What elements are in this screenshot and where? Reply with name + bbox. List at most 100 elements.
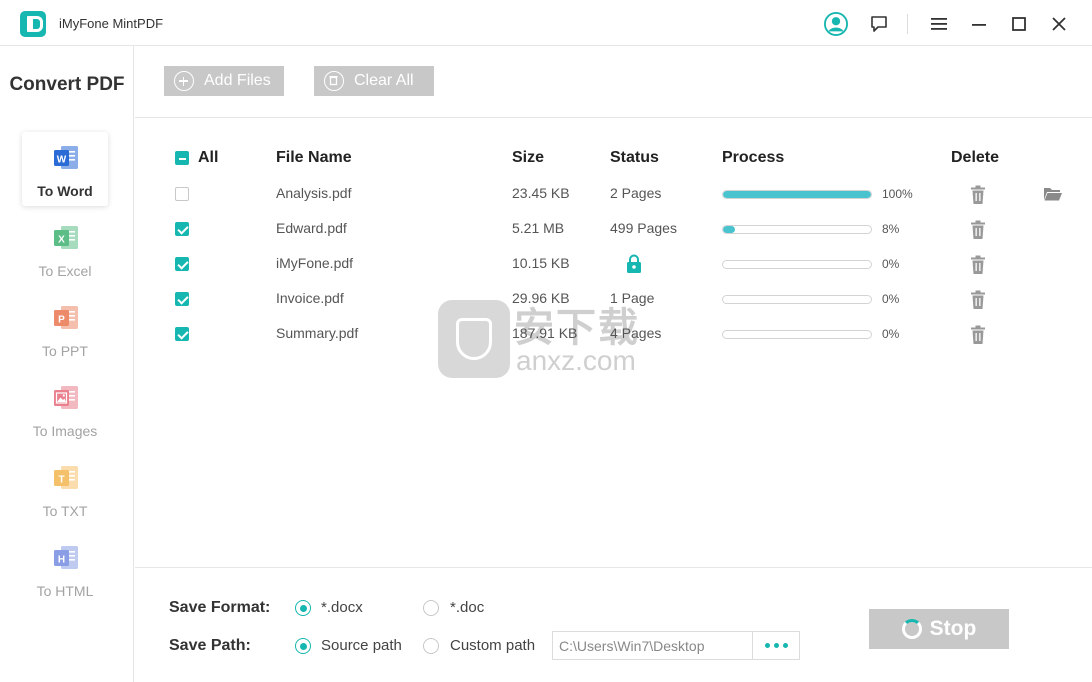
progress-percent: 8% [882, 222, 900, 236]
progress-bar [722, 330, 872, 339]
sidebar-item-label: To Word [37, 183, 93, 199]
sidebar-item-to-images[interactable]: To Images [22, 372, 108, 446]
sidebar-item-to-excel[interactable]: X To Excel [22, 212, 108, 286]
sidebar: Convert PDF W To Word X To Excel P To PP… [0, 46, 134, 682]
svg-text:H: H [58, 555, 65, 566]
progress-bar [722, 260, 872, 269]
sidebar-item-label: To Images [32, 423, 98, 439]
sidebar-item-to-txt[interactable]: T To TXT [22, 452, 108, 526]
toolbar: Add Files Clear All [135, 46, 1092, 118]
file-table-header: All File Name Size Status Process Delete [135, 140, 1092, 176]
format-doc-radio[interactable] [423, 600, 439, 616]
delete-trash-icon[interactable] [969, 290, 987, 310]
browse-path-button[interactable] [752, 631, 800, 660]
sidebar-item-label: To HTML [36, 583, 94, 599]
file-name-cell: Edward.pdf [276, 220, 347, 236]
progress-bar-fill [723, 226, 735, 233]
delete-trash-icon[interactable] [969, 185, 987, 205]
status-cell: 499 Pages [610, 220, 677, 236]
source-path-label[interactable]: Source path [321, 637, 402, 654]
title-bar: iMyFone MintPDF [0, 0, 1092, 46]
minimize-icon[interactable] [967, 12, 991, 36]
txt-file-icon: T [54, 466, 78, 489]
sidebar-item-to-ppt[interactable]: P To PPT [22, 292, 108, 366]
select-all-checkbox[interactable] [175, 151, 189, 165]
file-size-cell: 10.15 KB [512, 255, 570, 271]
file-name-cell: Summary.pdf [276, 325, 359, 341]
table-row: Summary.pdf 187.91 KB 4 Pages 0% [135, 317, 1092, 352]
format-docx-radio[interactable] [295, 600, 311, 616]
loading-spinner-icon [901, 619, 922, 639]
header-size: Size [512, 149, 545, 166]
custom-path-input[interactable] [552, 631, 752, 660]
stop-button[interactable]: Stop [869, 609, 1009, 649]
menu-icon[interactable] [927, 12, 951, 36]
progress-percent: 0% [882, 292, 900, 306]
header-all: All [198, 149, 219, 166]
delete-trash-icon[interactable] [969, 255, 987, 275]
row-checkbox[interactable] [175, 257, 189, 271]
maximize-icon[interactable] [1007, 12, 1031, 36]
row-checkbox[interactable] [175, 292, 189, 306]
add-files-label: Add Files [204, 72, 271, 89]
sidebar-item-to-html[interactable]: H To HTML [22, 532, 108, 606]
row-checkbox[interactable] [175, 187, 189, 201]
header-delete: Delete [951, 149, 1000, 166]
add-files-button[interactable]: Add Files [164, 66, 284, 96]
open-folder-icon[interactable] [1043, 185, 1063, 203]
progress-bar [722, 225, 872, 234]
progress-percent: 0% [882, 327, 900, 341]
table-row: Analysis.pdf 23.45 KB 2 Pages 100% [135, 177, 1092, 212]
table-row: Edward.pdf 5.21 MB 499 Pages 8% [135, 212, 1092, 247]
word-file-icon: W [54, 146, 78, 169]
stop-label: Stop [929, 617, 977, 640]
svg-text:X: X [58, 235, 65, 246]
svg-text:P: P [58, 315, 65, 326]
excel-file-icon: X [54, 226, 78, 249]
clear-all-button[interactable]: Clear All [314, 66, 434, 96]
custom-path-radio[interactable] [423, 638, 439, 654]
sidebar-item-to-word[interactable]: W To Word [22, 132, 108, 206]
table-row: iMyFone.pdf 10.15 KB 0% [135, 247, 1092, 282]
row-checkbox[interactable] [175, 327, 189, 341]
html-file-icon: H [54, 546, 78, 569]
header-status: Status [610, 149, 659, 166]
status-cell: 1 Page [610, 290, 655, 306]
lock-icon[interactable] [626, 254, 642, 274]
progress-percent: 100% [882, 187, 913, 201]
progress-percent: 0% [882, 257, 900, 271]
progress-bar-fill [723, 191, 871, 198]
output-settings-panel: Save Format: *.docx *.doc Save Path: Sou… [135, 567, 1092, 682]
titlebar-divider [907, 14, 908, 34]
status-cell: 4 Pages [610, 325, 662, 341]
file-size-cell: 29.96 KB [512, 290, 570, 306]
delete-trash-icon[interactable] [969, 325, 987, 345]
header-process: Process [722, 149, 785, 166]
close-icon[interactable] [1047, 12, 1071, 36]
feedback-icon[interactable] [867, 12, 891, 36]
format-doc-label[interactable]: *.doc [450, 599, 484, 616]
sidebar-item-label: To Excel [38, 263, 92, 279]
custom-path-label[interactable]: Custom path [450, 637, 535, 654]
sidebar-title: Convert PDF [9, 74, 125, 95]
file-size-cell: 23.45 KB [512, 185, 570, 201]
account-icon[interactable] [824, 12, 848, 36]
file-name-cell: Invoice.pdf [276, 290, 344, 306]
app-title: iMyFone MintPDF [59, 16, 164, 31]
row-checkbox[interactable] [175, 222, 189, 236]
svg-text:W: W [57, 155, 67, 166]
file-name-cell: iMyFone.pdf [276, 255, 354, 271]
image-file-icon [54, 386, 78, 409]
source-path-radio[interactable] [295, 638, 311, 654]
svg-text:T: T [58, 475, 64, 486]
header-file-name: File Name [276, 149, 352, 166]
delete-trash-icon[interactable] [969, 220, 987, 240]
clear-all-label: Clear All [354, 72, 414, 89]
status-cell: 2 Pages [610, 185, 662, 201]
sidebar-item-label: To TXT [42, 503, 88, 519]
save-format-label: Save Format: [169, 599, 271, 616]
progress-bar [722, 295, 872, 304]
format-docx-label[interactable]: *.docx [321, 599, 363, 616]
progress-bar [722, 190, 872, 199]
file-name-cell: Analysis.pdf [276, 185, 352, 201]
